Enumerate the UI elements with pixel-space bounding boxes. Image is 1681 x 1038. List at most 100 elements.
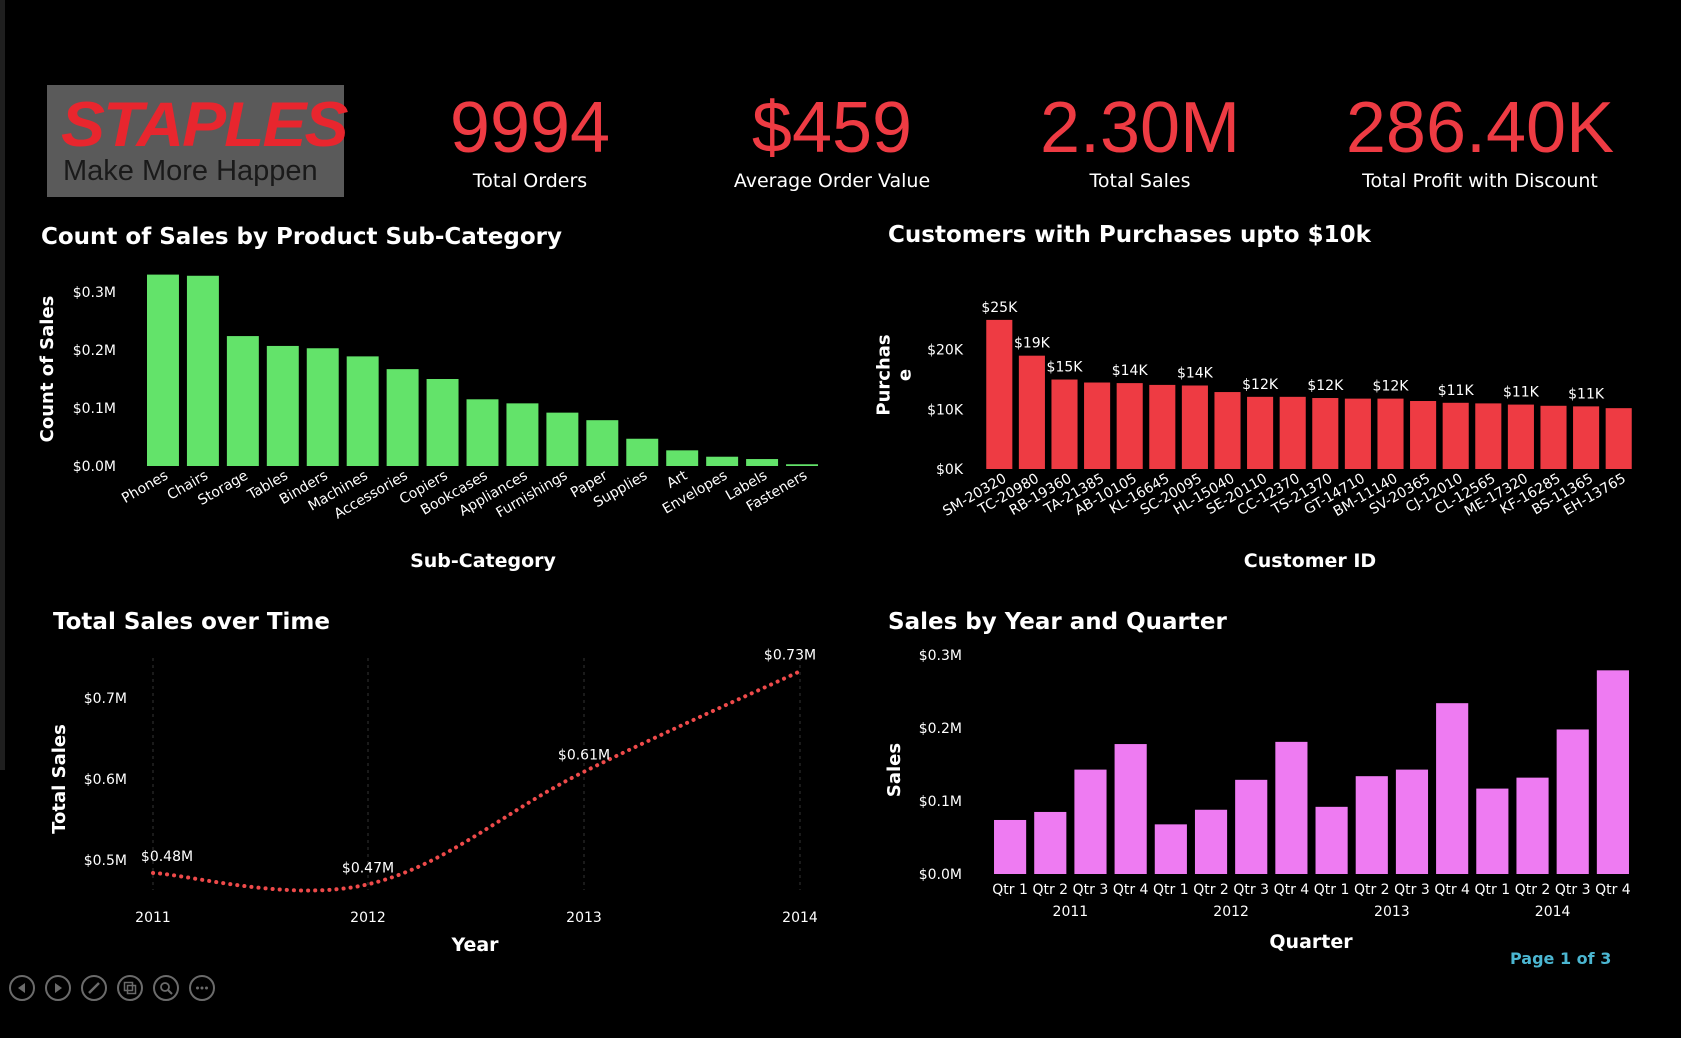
bar: [226, 336, 259, 466]
x-axis-title: Customer ID: [1244, 550, 1376, 572]
data-label: $11K: [1438, 383, 1475, 399]
x-tick-label: Qtr 3: [1394, 882, 1430, 898]
bar: [626, 438, 659, 466]
bar: [1540, 405, 1567, 469]
y-axis-title: Purchas: [874, 334, 895, 415]
bar: [306, 348, 339, 466]
data-label: $19K: [1014, 336, 1051, 352]
group-label: 2014: [1535, 904, 1571, 920]
bar: [1074, 769, 1107, 874]
bar: [1114, 744, 1147, 874]
x-tick-label: Qtr 4: [1434, 882, 1470, 898]
bar: [746, 459, 779, 466]
data-label: $12K: [1307, 378, 1344, 394]
y-axis-title: Count of Sales: [37, 296, 58, 443]
x-axis-title: Quarter: [1269, 931, 1353, 953]
bar: [1516, 777, 1549, 874]
data-label: $25K: [981, 300, 1018, 316]
data-label: $14K: [1177, 366, 1214, 382]
bar: [266, 345, 299, 466]
data-label: $15K: [1047, 360, 1084, 376]
y-tick-label: $20K: [927, 343, 964, 359]
bar: [1436, 703, 1469, 874]
x-axis-title: Sub-Category: [410, 550, 556, 572]
x-tick-label: Qtr 2: [1354, 882, 1390, 898]
kpi-total-orders: 9994 Total Orders: [430, 88, 630, 192]
bar: [546, 412, 579, 466]
pen-icon[interactable]: [81, 975, 107, 1001]
bar: [586, 420, 619, 466]
x-tick-label: Qtr 1: [1475, 882, 1511, 898]
bar: [1149, 384, 1176, 469]
bar: [466, 399, 499, 466]
data-label: $0.47M: [342, 860, 394, 876]
bar: [1279, 396, 1306, 469]
y-tick-label: $0.6M: [84, 772, 127, 788]
group-label: 2012: [1213, 904, 1249, 920]
sales-line: [151, 669, 802, 893]
bar: [1556, 729, 1589, 874]
data-label: $0.73M: [764, 647, 816, 663]
x-tick-label: Qtr 1: [992, 882, 1028, 898]
kpi-total-sales: 2.30M Total Sales: [1020, 88, 1260, 192]
data-label: $14K: [1112, 363, 1149, 379]
bar: [1410, 401, 1437, 469]
bar: [1475, 403, 1502, 469]
bar: [1315, 806, 1348, 874]
bar: [426, 379, 459, 466]
page-indicator: Page 1 of 3: [1510, 949, 1612, 968]
kpi-label: Total Profit with Discount: [1362, 170, 1598, 192]
x-tick-label: 2014: [782, 910, 818, 926]
bar: [346, 356, 379, 466]
y-tick-label: $0.0M: [919, 867, 962, 883]
back-icon[interactable]: [9, 975, 35, 1001]
bar: [386, 369, 419, 466]
x-tick-label: Qtr 2: [1032, 882, 1068, 898]
bar: [1194, 809, 1228, 874]
x-tick-label: 2012: [350, 910, 386, 926]
x-tick-label: Qtr 3: [1073, 882, 1109, 898]
bar: [1034, 811, 1067, 874]
x-tick-label: Qtr 1: [1153, 882, 1189, 898]
bar: [1596, 670, 1629, 874]
bar: [1247, 396, 1274, 469]
kpi-average-order-value: $459 Average Order Value: [712, 88, 952, 192]
bar: [146, 274, 179, 466]
bar: [1214, 392, 1241, 469]
forward-icon[interactable]: [45, 975, 71, 1001]
bar: [986, 319, 1013, 469]
x-tick-label: Qtr 4: [1274, 882, 1310, 898]
bar: [1476, 788, 1509, 874]
more-icon[interactable]: [189, 975, 215, 1001]
x-tick-label: Qtr 1: [1314, 882, 1350, 898]
bar: [1507, 404, 1534, 469]
bar: [1181, 385, 1208, 469]
bar: [1051, 379, 1078, 469]
zoom-icon[interactable]: [153, 975, 179, 1001]
x-axis-title: Year: [450, 934, 499, 956]
bar: [1084, 382, 1111, 469]
y-axis-title: Sales: [884, 743, 905, 797]
y-tick-label: $0.5M: [84, 853, 127, 869]
logo-wordmark: STAPLES: [61, 88, 348, 160]
kpi-label: Average Order Value: [733, 170, 931, 192]
x-tick-label: 2011: [135, 910, 171, 926]
y-axis-title: Total Sales: [49, 724, 70, 834]
bar: [666, 450, 699, 466]
chart-title-customers: Customers with Purchases upto $10k: [888, 222, 1371, 248]
customer-purchase-bar-chart: $0K$10K$20K$25KSM-20320$19KTC-20980$15KR…: [874, 300, 1632, 572]
y-tick-label: $10K: [927, 402, 964, 418]
bar: [1442, 402, 1469, 469]
screens-icon[interactable]: [117, 975, 143, 1001]
data-label: $0.61M: [558, 748, 610, 764]
bar: [1573, 406, 1600, 469]
subcategory-bar-chart: $0.0M$0.1M$0.2M$0.3MPhonesChairsStorageT…: [37, 274, 819, 572]
y-tick-label: $0.3M: [73, 285, 116, 301]
x-tick-label: Qtr 2: [1515, 882, 1551, 898]
y-tick-label: $0.2M: [919, 721, 962, 737]
kpi-total-profit: 286.40K Total Profit with Discount: [1330, 88, 1630, 192]
chart-title-sales-time: Total Sales over Time: [53, 609, 330, 635]
group-label: 2011: [1053, 904, 1089, 920]
bar: [1116, 383, 1143, 469]
bar: [706, 456, 739, 466]
